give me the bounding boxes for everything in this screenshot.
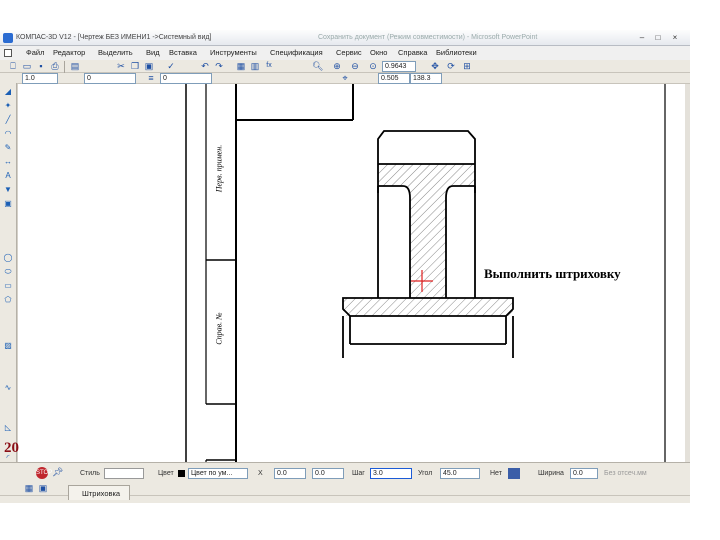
new-icon[interactable]: ⎕: [8, 61, 18, 71]
pan-icon[interactable]: ✥: [430, 61, 440, 71]
style-swatch[interactable]: [104, 468, 144, 479]
print-icon[interactable]: ⎙: [50, 61, 60, 71]
tool-text-icon[interactable]: A: [3, 171, 13, 181]
grid-icon[interactable]: ⊞: [462, 61, 472, 71]
zoom-out-icon[interactable]: ⊖: [350, 61, 360, 71]
menu-window[interactable]: Окно: [370, 46, 387, 60]
undo-icon[interactable]: ↶: [200, 61, 210, 71]
standard-toolbar: ⎕ ▭ ▪ ⎙ ▤ ✂ ❐ ▣ ✓ ↶ ↷ ▦ ▥ fx 🔍︎ ⊕ ⊖ ⊙ 0.…: [0, 60, 690, 73]
zoom-input[interactable]: 0.9643: [382, 61, 416, 72]
maximize-button[interactable]: □: [652, 33, 664, 42]
tool-edit-icon[interactable]: ✎: [3, 143, 13, 153]
preview-icon[interactable]: ▤: [70, 61, 80, 71]
tool-line-icon[interactable]: ╱: [3, 115, 13, 125]
cursor-icon[interactable]: ⌖: [340, 73, 350, 83]
close-button[interactable]: ×: [669, 33, 681, 42]
menu-bar: Файл Редактор Выделить Вид Вставка Инстр…: [0, 46, 690, 60]
snap-icon[interactable]: ▣: [38, 483, 48, 493]
drawing-svg: [185, 84, 666, 490]
width-input[interactable]: 0.0: [570, 468, 598, 479]
menu-file[interactable]: Файл: [26, 46, 44, 60]
app-icon: [3, 33, 13, 43]
paste-icon[interactable]: ▣: [144, 61, 154, 71]
save-icon[interactable]: ▪: [36, 61, 46, 71]
properties-icon[interactable]: ✓: [166, 61, 176, 71]
tool-ellipse-icon[interactable]: ⬭: [3, 267, 13, 277]
cut-icon[interactable]: ✂: [116, 61, 126, 71]
step-label: Шаг: [352, 470, 365, 477]
search-icon[interactable]: 🔍︎: [312, 61, 323, 71]
coord-x-input[interactable]: 0.505: [378, 73, 410, 84]
zoom-window-icon[interactable]: ⊙: [368, 61, 378, 71]
open-icon[interactable]: ▭: [22, 61, 32, 71]
scale-input[interactable]: 1.0: [22, 73, 58, 84]
instruction-annotation: Выполнить штриховку: [484, 266, 621, 281]
menu-specification[interactable]: Спецификация: [270, 46, 323, 60]
tool-polygon-icon[interactable]: ⬠: [3, 295, 13, 305]
layer-input[interactable]: 0: [84, 73, 136, 84]
zoom-icon[interactable]: ⊕: [332, 61, 342, 71]
minimize-button[interactable]: –: [636, 33, 648, 42]
doc-icon: [4, 49, 12, 57]
angle-label: Угол: [418, 470, 433, 477]
menu-select[interactable]: Выделить: [98, 46, 133, 60]
x-label: X: [258, 470, 263, 477]
menu-help[interactable]: Справка: [398, 46, 427, 60]
library-icon[interactable]: ▥: [250, 61, 260, 71]
tool-circle-icon[interactable]: ◯: [3, 253, 13, 263]
frame-label-ref-number: Справ. №: [214, 312, 224, 345]
manager-icon[interactable]: ▦: [236, 61, 246, 71]
drawing-canvas[interactable]: Перв. примен. Справ. № Инв. № Выполнить …: [18, 84, 685, 490]
y-input[interactable]: 0.0: [312, 468, 344, 479]
color-label: Цвет: [158, 470, 174, 477]
tool-hatch-icon[interactable]: ▨: [3, 341, 13, 351]
refresh-icon[interactable]: ⟳: [446, 61, 456, 71]
fx-icon[interactable]: fx: [264, 61, 274, 71]
step-number: 20: [4, 440, 19, 456]
frame-label-first-use: Перв. примен.: [214, 144, 224, 193]
hatch-area: [343, 164, 513, 316]
current-state-toolbar: 1.0 0 ≡ 0 ⌖ 0.505 138.3: [0, 73, 690, 84]
copy-icon[interactable]: ❐: [130, 61, 140, 71]
tab-hatch[interactable]: Штриховка: [68, 485, 130, 500]
coord-y-input[interactable]: 138.3: [410, 73, 442, 84]
menu-insert[interactable]: Вставка: [169, 46, 197, 60]
window-title: КОМПАС-3D V12 - [Чертеж БЕЗ ИМЕНИ1 ->Сис…: [16, 34, 212, 41]
layer-icon[interactable]: ≡: [146, 73, 156, 83]
tool-measure-icon[interactable]: ▼: [3, 185, 13, 195]
step-input[interactable]: 3.0: [370, 468, 412, 479]
tool-spline-icon[interactable]: ∿: [3, 383, 13, 393]
redo-icon[interactable]: ↷: [214, 61, 224, 71]
tool-chamfer-icon[interactable]: ◺: [3, 423, 13, 433]
vertical-scrollbar[interactable]: [685, 84, 690, 490]
menu-libraries[interactable]: Библиотеки: [436, 46, 477, 60]
menu-view[interactable]: Вид: [146, 46, 160, 60]
color-swatch: [178, 470, 185, 477]
style-input[interactable]: 0: [160, 73, 212, 84]
tool-geometry-icon[interactable]: ◢: [3, 87, 13, 97]
tool-point-icon[interactable]: ✦: [3, 101, 13, 111]
title-bar[interactable]: КОМПАС-3D V12 - [Чертеж БЕЗ ИМЕНИ1 ->Сис…: [0, 30, 690, 46]
tool-arc-icon[interactable]: ◠: [3, 129, 13, 139]
grid-toggle-icon[interactable]: ▦: [24, 483, 34, 493]
color-select[interactable]: Цвет по ум...: [188, 468, 248, 479]
width-label: Ширина: [538, 470, 564, 477]
pin-icon[interactable]: 📌︎: [52, 467, 63, 477]
stop-icon[interactable]: STOP: [36, 467, 52, 479]
x-input[interactable]: 0.0: [274, 468, 306, 479]
application-window: КОМПАС-3D V12 - [Чертеж БЕЗ ИМЕНИ1 ->Сис…: [0, 30, 690, 503]
tool-dimension-icon[interactable]: ↔: [3, 157, 13, 167]
tool-select-icon[interactable]: ▣: [3, 199, 13, 209]
cut-label: Без отсеч.мм: [604, 470, 647, 477]
angle-input[interactable]: 45.0: [440, 468, 480, 479]
menu-service[interactable]: Сервис: [336, 46, 362, 60]
style-label: Стиль: [80, 470, 100, 477]
object-label: Нет: [490, 470, 502, 477]
background-window-title: Сохранить документ (Режим совместимости)…: [318, 34, 538, 41]
compact-toolbar: ◢ ✦ ╱ ◠ ✎ ↔ A ▼ ▣ ◯ ⬭ ▭ ⬠ ▨ ∿ ◺ ◜: [0, 83, 17, 463]
menu-tools[interactable]: Инструменты: [210, 46, 257, 60]
hatch-swatch[interactable]: [508, 468, 520, 479]
menu-editor[interactable]: Редактор: [53, 46, 85, 60]
tool-rect-icon[interactable]: ▭: [3, 281, 13, 291]
